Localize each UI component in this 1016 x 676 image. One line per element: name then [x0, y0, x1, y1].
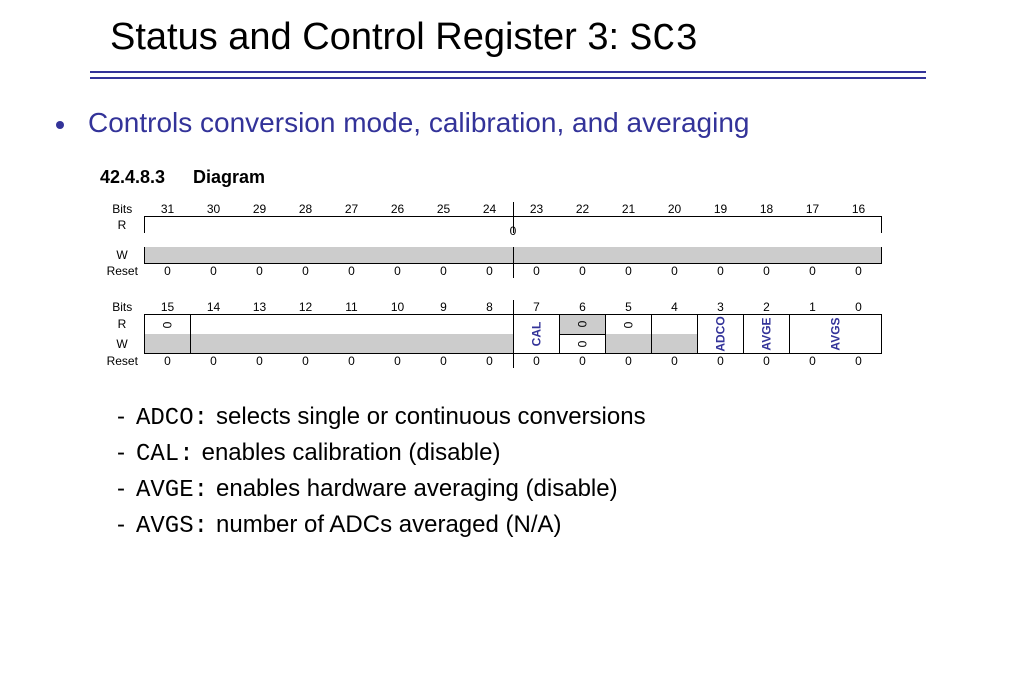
dash-icon: - [106, 436, 136, 470]
upper-center-zero: 0 [145, 224, 882, 238]
section-label: Diagram [193, 167, 265, 187]
definition-text: enables hardware averaging (disable) [216, 472, 618, 506]
field-avgs: AVGS [790, 315, 882, 354]
dash-icon: - [106, 400, 136, 434]
slide-title: Status and Control Register 3: SC3 [0, 0, 1016, 67]
lower-r-row: R 0 CAL 0 0 ADCO AVGE [100, 315, 882, 335]
diagram-section-heading: 42.4.8.3 Diagram [100, 167, 1016, 188]
upper-w-row: W [100, 247, 882, 264]
definition-text: number of ADCs averaged (N/A) [216, 508, 561, 542]
bit15-r: 0 [145, 315, 191, 335]
reset-label: Reset [100, 264, 145, 279]
definition-code: CAL: [136, 438, 202, 472]
lower-reset-row: Reset 0000000000000000 [100, 354, 882, 369]
r-label: R [100, 217, 145, 234]
definition-code: ADCO: [136, 402, 216, 436]
bit6-w: 0 [560, 334, 606, 354]
title-text: Status and Control Register 3: [110, 16, 630, 58]
bits-label: Bits [100, 202, 145, 217]
bullet-dot-icon [56, 121, 64, 129]
field-avge: AVGE [744, 315, 790, 354]
title-code: SC3 [630, 18, 698, 61]
definition-text: selects single or continuous conversions [216, 400, 646, 434]
field-definitions: - ADCO: selects single or continuous con… [0, 376, 1016, 544]
definition-row: - AVGS: number of ADCs averaged (N/A) [106, 508, 1016, 544]
definition-row: - ADCO: selects single or continuous con… [106, 400, 1016, 436]
bit6-r: 0 [560, 315, 606, 335]
definition-row: - CAL: enables calibration (disable) [106, 436, 1016, 472]
section-number: 42.4.8.3 [100, 167, 188, 188]
dash-icon: - [106, 472, 136, 506]
definition-text: enables calibration (disable) [202, 436, 501, 470]
definition-code: AVGS: [136, 510, 216, 544]
register-lower: Bits 15 14 13 12 11 10 9 8 7 6 5 4 3 2 1 [100, 286, 1016, 376]
bit5-r: 0 [606, 315, 652, 335]
field-cal: CAL [513, 315, 560, 354]
register-upper: Bits 31 30 29 28 27 26 25 24 23 22 21 20… [100, 188, 1016, 286]
slide: Status and Control Register 3: SC3 Contr… [0, 0, 1016, 676]
w-label: W [100, 247, 145, 264]
subtitle-bullet: Controls conversion mode, calibration, a… [0, 107, 1016, 139]
field-adco: ADCO [698, 315, 744, 354]
definition-row: - AVGE: enables hardware averaging (disa… [106, 472, 1016, 508]
upper-reset-row: Reset 0000000000000000 [100, 264, 882, 279]
definition-code: AVGE: [136, 474, 216, 508]
dash-icon: - [106, 508, 136, 542]
diagram-section: 42.4.8.3 Diagram Bits 31 30 29 28 27 26 … [0, 139, 1016, 376]
subtitle-text: Controls conversion mode, calibration, a… [88, 107, 750, 138]
lower-bit-numbers: Bits 15 14 13 12 11 10 9 8 7 6 5 4 3 2 1 [100, 300, 882, 315]
upper-bit-numbers: Bits 31 30 29 28 27 26 25 24 23 22 21 20… [100, 202, 882, 217]
title-divider [90, 71, 926, 79]
